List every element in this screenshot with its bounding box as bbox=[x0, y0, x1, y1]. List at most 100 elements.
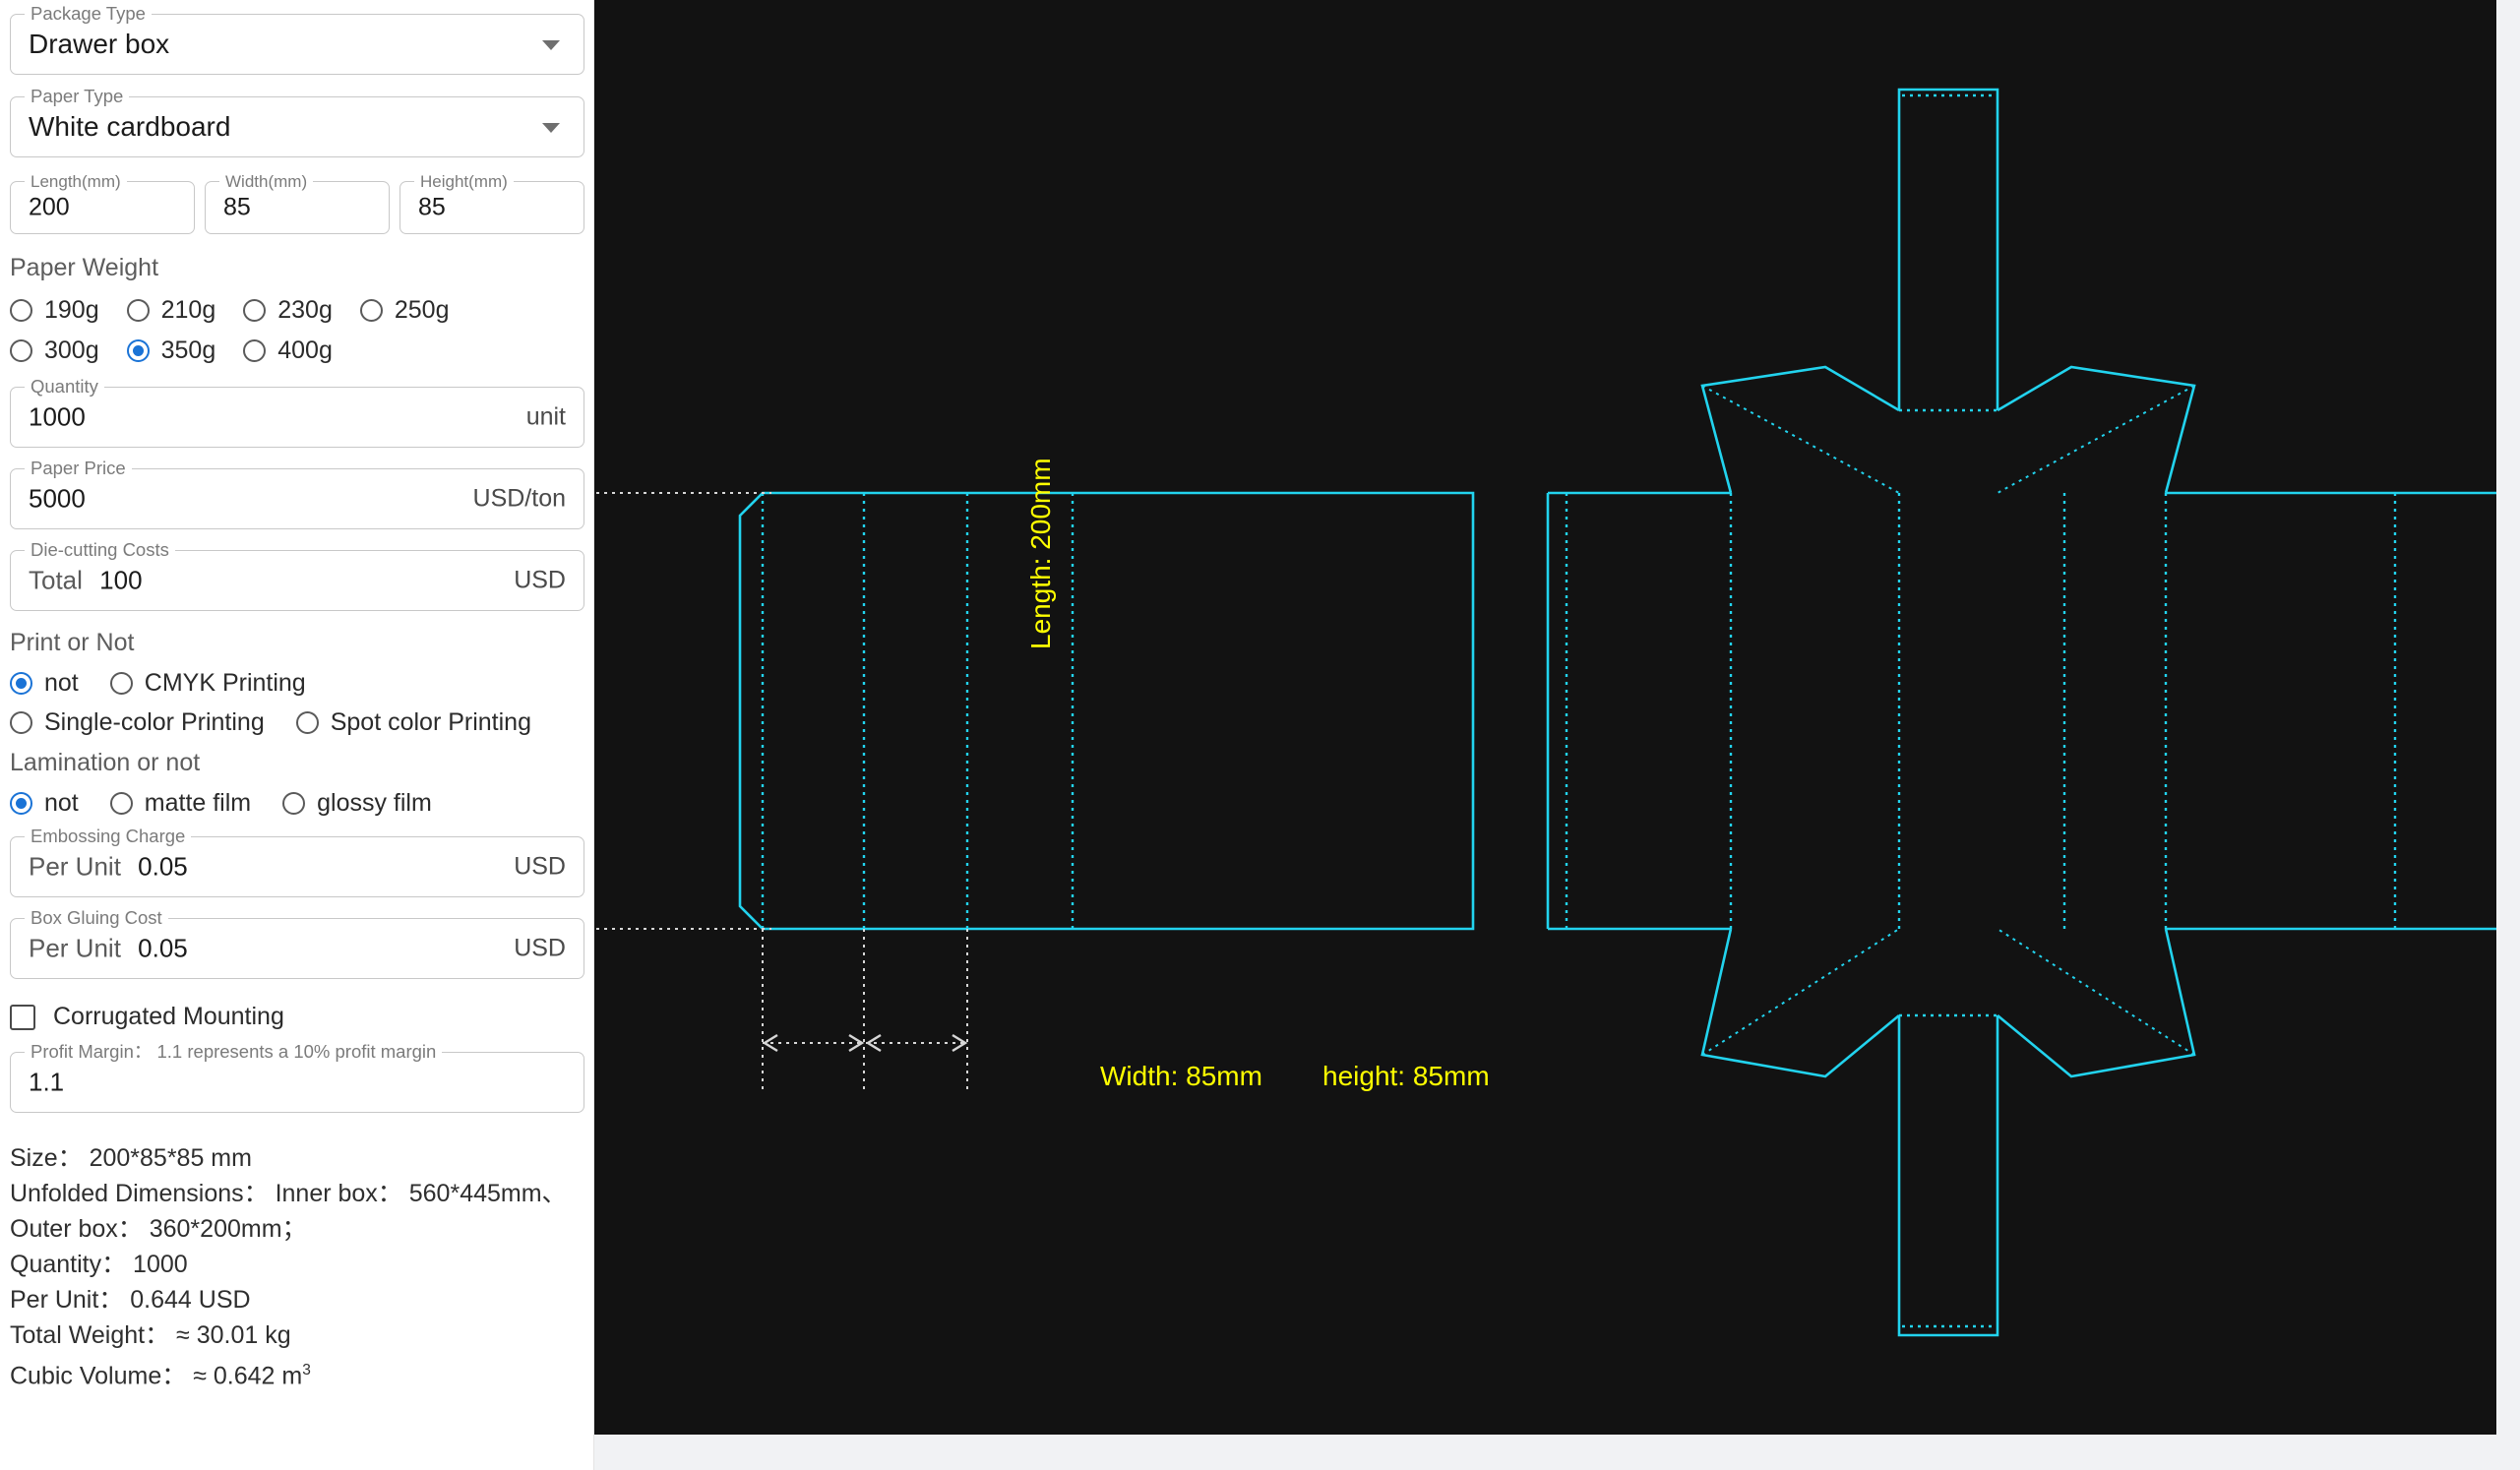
radio-label: 230g bbox=[277, 296, 333, 324]
gluing-prefix: Per Unit bbox=[29, 933, 121, 963]
top-tuck-panel bbox=[1897, 88, 1999, 410]
packaging-cost-calculator: Package Type Drawer box Paper Type White… bbox=[0, 0, 2520, 1470]
radio-label: 400g bbox=[277, 337, 333, 364]
radio-print-not[interactable]: not bbox=[10, 669, 79, 698]
radio-dot bbox=[109, 672, 133, 695]
profit-margin-field[interactable]: Profit Margin： 1.1 represents a 10% prof… bbox=[10, 1042, 584, 1113]
embossing-charge-label: Embossing Charge bbox=[25, 827, 192, 846]
print-group-label: Print or Not bbox=[10, 629, 135, 656]
radio-dot bbox=[10, 299, 32, 322]
summary-quantity: Quantity： 1000 bbox=[10, 1251, 188, 1278]
radio-label: not bbox=[44, 669, 79, 697]
corrugated-mounting-label: Corrugated Mounting bbox=[53, 1003, 284, 1030]
lamination-row: not matte film glossy film bbox=[10, 789, 593, 818]
width-field[interactable]: Width(mm) 85 bbox=[205, 172, 390, 234]
bottom-tuck-panel bbox=[1897, 1015, 1999, 1337]
radio-label: 300g bbox=[44, 337, 99, 364]
chevron-down-icon[interactable] bbox=[542, 40, 560, 50]
summary-cubic-volume-text: Cubic Volume： ≈ 0.642 m bbox=[10, 1362, 303, 1390]
paper-type-label: Paper Type bbox=[25, 87, 130, 106]
summary-outer-box: Outer box： 360*200mm； bbox=[10, 1215, 307, 1243]
bottom-right-dust-flap bbox=[1997, 928, 2196, 1078]
die-cutting-field[interactable]: Die-cutting Costs Total 100 USD bbox=[10, 540, 584, 611]
radio-300g[interactable]: 300g bbox=[10, 337, 99, 365]
summary-per-unit: Per Unit： 0.644 USD bbox=[10, 1286, 251, 1314]
radio-dot bbox=[295, 711, 319, 734]
bottom-right-dust-flap-crease bbox=[1997, 928, 2195, 1056]
profit-margin-label: Profit Margin： 1.1 represents a 10% prof… bbox=[25, 1042, 443, 1062]
radio-print-cmyk[interactable]: CMYK Printing bbox=[109, 669, 306, 698]
summary-unfolded: Unfolded Dimensions： Inner box： 560*445m… bbox=[10, 1180, 567, 1207]
height-value: 85 bbox=[418, 193, 446, 221]
radio-230g[interactable]: 230g bbox=[243, 296, 333, 325]
radio-label: 350g bbox=[160, 337, 216, 364]
die-cutting-label: Die-cutting Costs bbox=[25, 540, 175, 560]
radio-label: matte film bbox=[144, 789, 252, 817]
radio-190g[interactable]: 190g bbox=[10, 296, 99, 325]
paper-weight-label: Paper Weight bbox=[10, 254, 159, 281]
box-gluing-cost-field[interactable]: Box Gluing Cost Per Unit 0.05 USD bbox=[10, 908, 584, 979]
bottom-left-dust-flap bbox=[1700, 928, 1900, 1078]
radio-label: Spot color Printing bbox=[330, 708, 531, 736]
summary-size: Size： 200*85*85 mm bbox=[10, 1144, 252, 1172]
radio-lamination-glossy[interactable]: glossy film bbox=[282, 789, 432, 818]
die-cutting-value: 100 bbox=[99, 565, 143, 595]
embossing-charge-field[interactable]: Embossing Charge Per Unit 0.05 USD bbox=[10, 827, 584, 897]
radio-350g[interactable]: 350g bbox=[126, 337, 216, 365]
print-row-1: not CMYK Printing bbox=[10, 669, 593, 698]
summary-total-weight: Total Weight： ≈ 30.01 kg bbox=[10, 1321, 291, 1349]
paper-price-value: 5000 bbox=[29, 483, 86, 514]
chevron-down-icon[interactable] bbox=[542, 123, 560, 133]
paper-price-label: Paper Price bbox=[25, 459, 132, 478]
radio-dot bbox=[10, 792, 32, 815]
inner-box-dieline bbox=[738, 491, 1475, 931]
embossing-prefix: Per Unit bbox=[29, 851, 121, 882]
embossing-value: 0.05 bbox=[138, 851, 188, 882]
profit-margin-value: 1.1 bbox=[29, 1067, 65, 1097]
radio-dot bbox=[243, 339, 267, 362]
radio-print-spot-color[interactable]: Spot color Printing bbox=[295, 708, 531, 737]
quantity-unit: unit bbox=[525, 402, 566, 431]
summary-cubic-volume-exponent: 3 bbox=[302, 1362, 311, 1378]
paper-type-value: White cardboard bbox=[29, 111, 231, 142]
radio-lamination-matte[interactable]: matte film bbox=[109, 789, 252, 818]
package-type-label: Package Type bbox=[25, 4, 152, 24]
summary-block: Size： 200*85*85 mm Unfolded Dimensions： … bbox=[10, 1140, 593, 1393]
radio-dot bbox=[243, 299, 267, 322]
radio-label: Single-color Printing bbox=[44, 708, 265, 736]
length-value: 200 bbox=[29, 193, 70, 221]
top-left-dust-flap-crease bbox=[1701, 385, 1900, 494]
bottom-left-dust-flap-crease bbox=[1701, 928, 1900, 1056]
width-value: 85 bbox=[223, 193, 251, 221]
radio-lamination-not[interactable]: not bbox=[10, 789, 79, 818]
radio-dot bbox=[10, 711, 32, 734]
die-cutting-unit: USD bbox=[514, 566, 566, 594]
quantity-field[interactable]: Quantity 1000 unit bbox=[10, 377, 584, 448]
top-left-dust-flap bbox=[1700, 365, 1900, 494]
radio-dot bbox=[126, 339, 150, 362]
radio-400g[interactable]: 400g bbox=[243, 337, 333, 365]
height-dimension-label: height: 85mm bbox=[1322, 1061, 1490, 1091]
width-dimension-label: Width: 85mm bbox=[1100, 1061, 1262, 1091]
inner-box-cut-outline bbox=[738, 491, 1475, 931]
paper-price-field[interactable]: Paper Price 5000 USD/ton bbox=[10, 459, 584, 529]
box-gluing-label: Box Gluing Cost bbox=[25, 908, 168, 928]
corrugated-mounting-checkbox[interactable]: Corrugated Mounting bbox=[10, 1003, 593, 1031]
radio-dot bbox=[359, 299, 383, 322]
height-label: Height(mm) bbox=[414, 172, 514, 192]
radio-210g[interactable]: 210g bbox=[126, 296, 216, 325]
dimensions-row: Length(mm) 200 Width(mm) 85 Height(mm) 8… bbox=[10, 172, 584, 234]
radio-250g[interactable]: 250g bbox=[359, 296, 450, 325]
radio-print-single-color[interactable]: Single-color Printing bbox=[10, 708, 265, 737]
radio-dot bbox=[109, 792, 133, 815]
paper-price-unit: USD/ton bbox=[472, 484, 566, 513]
radio-label: not bbox=[44, 789, 79, 817]
radio-label: 210g bbox=[160, 296, 216, 324]
height-field[interactable]: Height(mm) 85 bbox=[400, 172, 584, 234]
length-field[interactable]: Length(mm) 200 bbox=[10, 172, 195, 234]
paper-type-select[interactable]: Paper Type White cardboard bbox=[10, 87, 584, 157]
dieline-canvas[interactable]: Length: 200mm Width: 85mm height: 85mm bbox=[594, 0, 2496, 1435]
paper-weight-row-1: 190g 210g 230g 250g bbox=[10, 296, 593, 325]
outer-box-dieline bbox=[1546, 88, 2496, 1337]
package-type-select[interactable]: Package Type Drawer box bbox=[10, 4, 584, 75]
